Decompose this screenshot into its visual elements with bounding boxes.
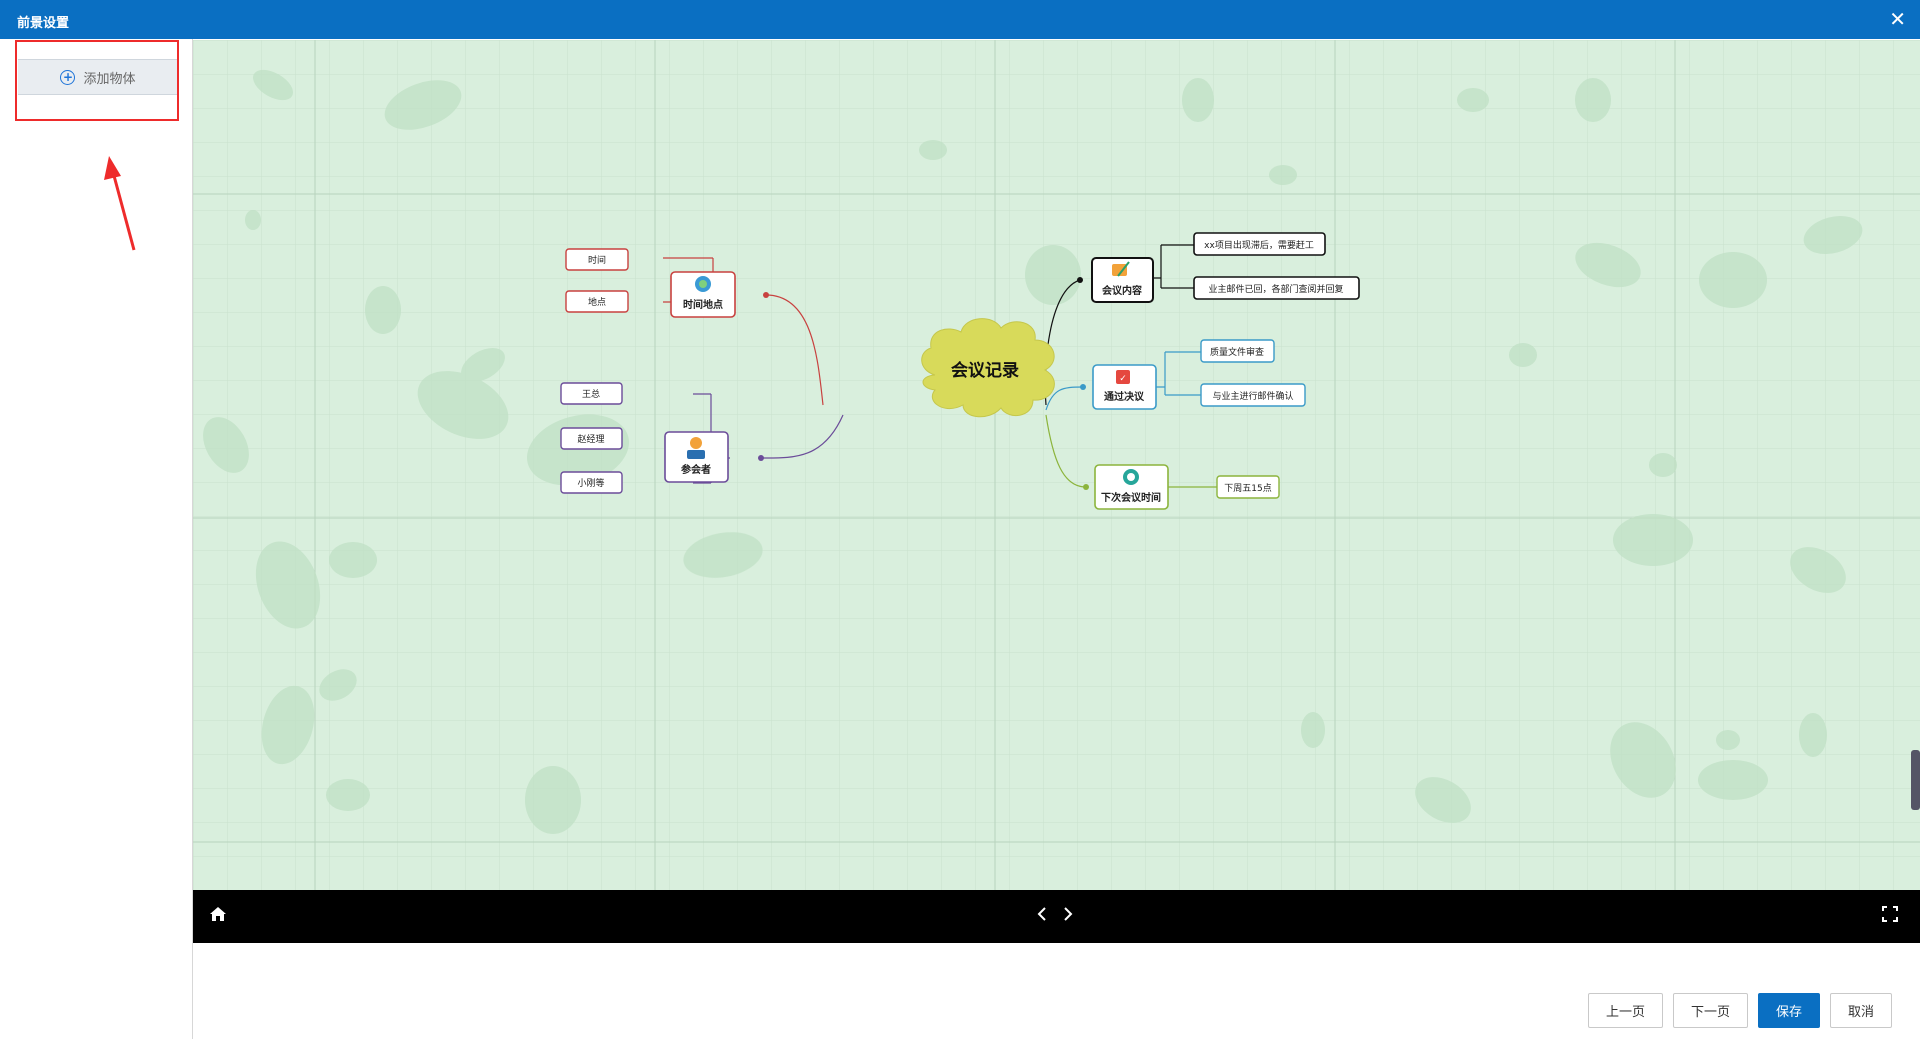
leaf-label-next-friday: 下周五15点 (1224, 483, 1271, 494)
close-icon[interactable]: ✕ (1889, 7, 1906, 31)
leaf-node-xiaogang[interactable]: 小刚等 (560, 471, 623, 494)
leaf-node-time[interactable]: 时间 (565, 248, 629, 271)
leaf-label-quality-review: 质量文件审查 (1210, 346, 1264, 358)
leaf-label-zhao: 赵经理 (577, 433, 604, 445)
scene-canvas[interactable]: 会议记录 时间地点 时间 地点 参会者 王总 赵经理 小刚等 会议内容 xx项目… (193, 40, 1920, 890)
next-page-button[interactable]: 下一页 (1673, 993, 1748, 1028)
leaf-node-place[interactable]: 地点 (565, 290, 629, 313)
branch-node-resolution[interactable]: ✓ 通过决议 (1092, 364, 1157, 410)
leaf-node-zhao[interactable]: 赵经理 (560, 427, 623, 450)
chevron-left-icon[interactable] (1035, 904, 1049, 928)
chevron-right-icon[interactable] (1061, 904, 1075, 928)
side-scroll-handle[interactable] (1911, 750, 1920, 810)
check-icon: ✓ (1119, 374, 1127, 384)
viewer-toolbar (193, 890, 1920, 943)
leaf-node-project-delay[interactable]: xx项目出现滞后，需要赶工 (1193, 232, 1326, 256)
annotation-arrow (104, 156, 136, 251)
branch-label-resolution: 通过决议 (1104, 390, 1145, 403)
title-bar: 前景设置 ✕ (0, 0, 1920, 39)
leaf-node-quality-review[interactable]: 质量文件审查 (1200, 339, 1275, 363)
leaf-label-owner-mail: 业主邮件已回，各部门查阅并回复 (1208, 283, 1343, 295)
leaf-node-mail-confirm[interactable]: 与业主进行邮件确认 (1200, 383, 1306, 407)
home-icon[interactable] (209, 904, 227, 928)
window-title: 前景设置 (17, 16, 70, 31)
highlight-box (15, 40, 179, 121)
branch-node-attendees[interactable]: 参会者 (664, 431, 729, 483)
branch-node-time-place[interactable]: 时间地点 (670, 271, 736, 318)
leaf-label-wang: 王总 (582, 388, 600, 400)
branch-label-attendees: 参会者 (681, 463, 711, 476)
leaf-label-time: 时间 (588, 254, 606, 266)
branch-label-next-meeting: 下次会议时间 (1101, 491, 1161, 504)
mindmap-svg: 会议记录 时间地点 时间 地点 参会者 王总 赵经理 小刚等 会议内容 xx项目… (193, 40, 1920, 890)
leaf-node-wang[interactable]: 王总 (560, 382, 623, 405)
save-button[interactable]: 保存 (1758, 993, 1820, 1028)
center-node-label: 会议记录 (951, 360, 1019, 381)
cancel-button[interactable]: 取消 (1830, 993, 1892, 1028)
branch-label-content: 会议内容 (1102, 284, 1142, 297)
branch-node-next-meeting[interactable]: 下次会议时间 (1094, 464, 1169, 510)
leaf-label-place: 地点 (588, 296, 606, 308)
branch-node-content[interactable]: 会议内容 (1091, 257, 1154, 303)
fullscreen-icon[interactable] (1881, 904, 1899, 928)
leaf-label-mail-confirm: 与业主进行邮件确认 (1212, 390, 1293, 402)
leaf-node-owner-mail[interactable]: 业主邮件已回，各部门查阅并回复 (1193, 276, 1360, 300)
leaf-label-project-delay: xx项目出现滞后，需要赶工 (1204, 239, 1314, 251)
leaf-label-xiaogang: 小刚等 (577, 477, 604, 489)
leaf-node-next-friday[interactable]: 下周五15点 (1216, 475, 1280, 499)
branch-label-time-place: 时间地点 (683, 298, 723, 311)
prev-page-button[interactable]: 上一页 (1588, 993, 1663, 1028)
